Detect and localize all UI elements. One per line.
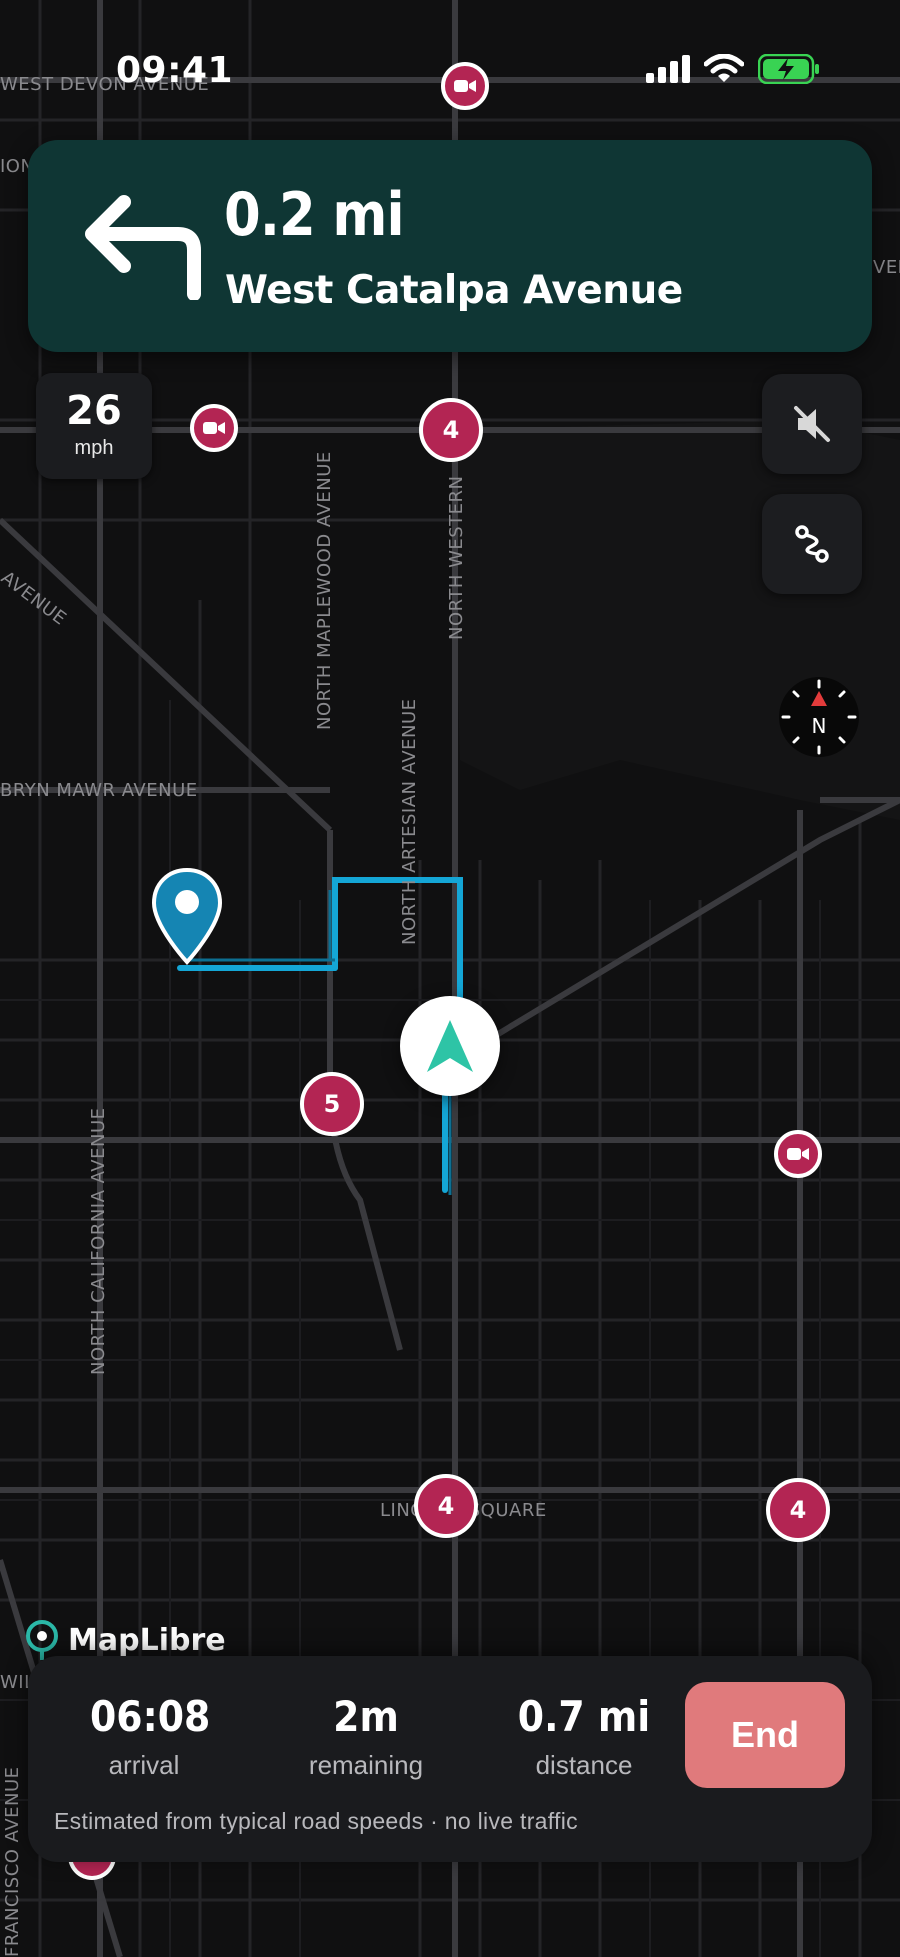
map-label-north-maplewood: NORTH MAPLEWOOD AVENUE <box>314 451 335 730</box>
traffic-note: Estimated from typical road speeds · no … <box>54 1808 578 1834</box>
speed-value: 26 <box>66 388 122 434</box>
heading-arrow-icon <box>427 1020 473 1072</box>
distance-value: 0.7 mi <box>517 1692 651 1741</box>
video-camera-icon <box>203 422 225 434</box>
map-label-bryn-mawr: BRYN MAWR AVENUE <box>0 780 198 801</box>
mute-button[interactable] <box>762 374 862 474</box>
numbered-marker[interactable]: 5 <box>300 1072 364 1136</box>
arrival-value: 06:08 <box>90 1692 211 1741</box>
end-navigation-button[interactable]: End <box>685 1682 845 1788</box>
maplibre-label: MapLibre <box>68 1622 226 1658</box>
battery-charging-icon <box>758 54 819 84</box>
map-label-francisco: FRANCISCO AVENUE <box>2 1766 23 1957</box>
navigation-screen: WEST DEVON AVENUE ION VEN NORTH MAPLEWOO… <box>0 0 900 1957</box>
trip-summary-panel: 06:08 arrival 2m remaining 0.7 mi distan… <box>28 1656 872 1862</box>
map-label-north-artesian: NORTH ARTESIAN AVENUE <box>399 698 420 945</box>
route-icon <box>795 525 829 563</box>
remaining-label: remaining <box>308 1750 424 1780</box>
maneuver-street: West Catalpa Avenue <box>225 268 683 313</box>
destination-pin-icon[interactable] <box>150 866 224 966</box>
map-label-north-california: NORTH CALIFORNIA AVENUE <box>88 1108 109 1376</box>
compass-north-label: N <box>812 714 827 738</box>
compass-icon[interactable]: N <box>777 675 861 759</box>
maneuver-distance: 0.2 mi <box>224 180 405 250</box>
numbered-marker[interactable]: 4 <box>414 1474 478 1538</box>
wifi-icon <box>704 54 744 82</box>
speaker-muted-icon <box>794 406 830 442</box>
video-camera-icon <box>454 80 476 92</box>
speed-indicator: 26 mph <box>36 373 152 479</box>
status-time: 09:41 <box>116 50 234 91</box>
numbered-marker[interactable]: 4 <box>766 1478 830 1542</box>
speed-unit: mph <box>74 437 114 459</box>
numbered-marker[interactable]: 4 <box>419 398 483 462</box>
map-label-north-western: NORTH WESTERN <box>446 475 467 640</box>
status-icons <box>646 54 820 84</box>
cellular-signal-icon <box>646 55 690 83</box>
camera-marker[interactable] <box>190 404 238 452</box>
camera-marker[interactable] <box>441 62 489 110</box>
user-location-marker <box>400 996 500 1096</box>
turn-left-arrow-icon <box>85 195 201 300</box>
video-camera-icon <box>787 1148 809 1160</box>
route-overview-button[interactable] <box>762 494 862 594</box>
remaining-stat: 2m remaining <box>296 1692 436 1781</box>
arrival-stat: 06:08 arrival <box>84 1692 211 1781</box>
map-label-right-fragment: VEN <box>873 257 900 278</box>
distance-stat: 0.7 mi distance <box>504 1692 664 1781</box>
remaining-value: 2m <box>333 1692 399 1741</box>
camera-marker[interactable] <box>774 1130 822 1178</box>
navigation-banner[interactable]: 0.2 mi West Catalpa Avenue <box>28 140 872 352</box>
distance-label: distance <box>535 1750 633 1780</box>
arrival-label: arrival <box>108 1750 180 1780</box>
